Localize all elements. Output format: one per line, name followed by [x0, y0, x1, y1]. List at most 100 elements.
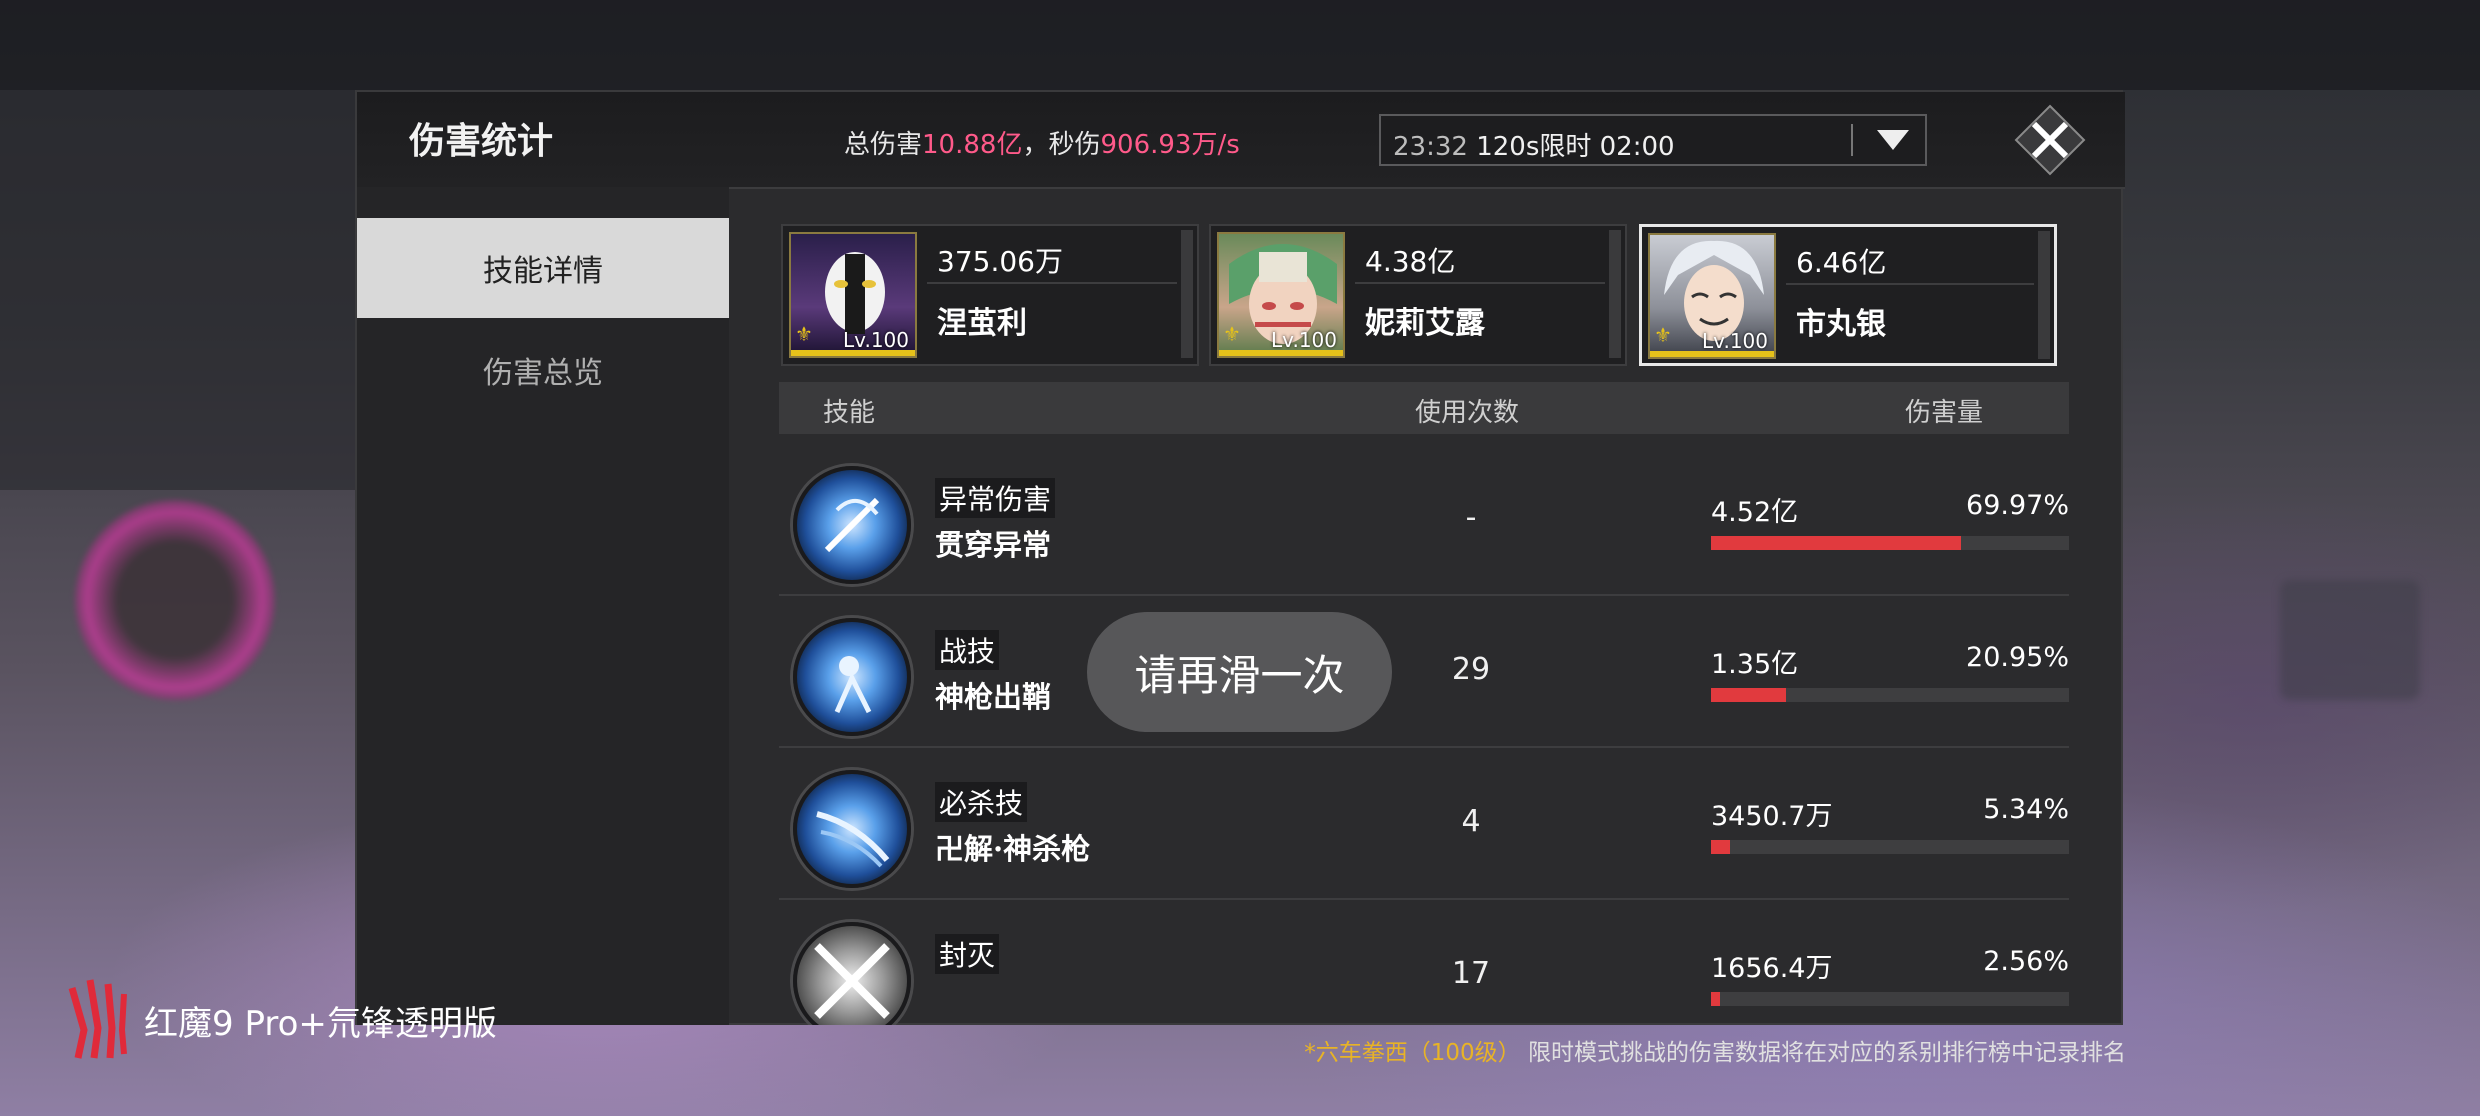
rank-icon: ⚜ [1223, 322, 1241, 346]
bankai-skill-icon [793, 770, 911, 888]
damage-bar-fill [1711, 536, 1962, 550]
skill-uses: 17 [1451, 956, 1491, 991]
table-row[interactable]: 封灭 17 1656.4万 2.56% [779, 900, 2069, 1025]
skill-type: 战技 [935, 630, 1000, 670]
character-card-3[interactable]: ⚜ Lv.100 6.46亿 市丸银 [1639, 224, 2057, 366]
figure-slash-icon [834, 656, 872, 714]
skill-damage-percent: 2.56% [1983, 946, 2069, 977]
draw-spear-skill-icon [793, 618, 911, 736]
damage-bar-track [1711, 688, 2069, 702]
character-name: 市丸银 [1796, 307, 1886, 342]
note-asterisk: * [1304, 1040, 1316, 1066]
chevron-down-icon[interactable] [1877, 130, 1909, 150]
card-edge [2038, 231, 2050, 359]
character-level: Lv.100 [1271, 328, 1337, 352]
rank-icon: ⚜ [1654, 323, 1672, 347]
panel-title: 伤害统计 [409, 120, 554, 162]
character-portrait: ⚜ Lv.100 [1217, 232, 1345, 358]
close-button[interactable] [2012, 102, 2088, 178]
character-name: 涅茧利 [937, 306, 1027, 341]
note-highlight: 六车拳西（100级） [1315, 1040, 1521, 1066]
header-uses: 使用次数 [1415, 398, 1520, 428]
close-icon [2014, 104, 2086, 176]
table-row[interactable]: 战技 神枪出鞘 29 1.35亿 20.95% [779, 596, 2069, 748]
skill-name: 卍解·神杀枪 [935, 832, 1091, 866]
character-level: Lv.100 [843, 328, 909, 352]
record-time: 23:32 [1393, 132, 1468, 162]
seal-skill-icon [793, 922, 911, 1025]
character-damage: 4.38亿 [1365, 245, 1456, 278]
header-skill: 技能 [823, 398, 876, 428]
skill-uses: - [1465, 500, 1477, 535]
device-watermark-text: 红魔9 Pro+氘锋透明版 [144, 1004, 497, 1044]
record-dropdown-value: 23:32 120s限时 02:00 [1393, 126, 1675, 163]
damage-bar-track [1711, 840, 2069, 854]
tab-damage-overview[interactable]: 伤害总览 [357, 320, 729, 420]
background-top-bar [0, 0, 2480, 90]
rarity-bar [1219, 350, 1343, 356]
background-left-panel [0, 90, 360, 490]
character-damage-box: 6.46亿 [1786, 231, 2034, 285]
header-damage: 伤害量 [1905, 398, 1984, 428]
skill-damage: 4.52亿 [1711, 497, 1799, 528]
skill-type: 封灭 [935, 934, 1000, 974]
skill-damage-percent: 69.97% [1966, 490, 2069, 521]
character-card-2[interactable]: ⚜ Lv.100 4.38亿 妮莉艾露 [1209, 224, 1627, 366]
dps-value: 906.93万/s [1100, 130, 1240, 160]
damage-bar-fill [1711, 840, 1731, 854]
card-edge [1609, 230, 1621, 358]
total-damage-value: 10.88亿 [922, 130, 1023, 160]
rarity-bar [1650, 351, 1774, 357]
skill-uses: 4 [1461, 804, 1481, 839]
damage-totals: 总伤害10.88亿，秒伤906.93万/s [844, 124, 1240, 161]
skill-type: 必杀技 [935, 782, 1028, 822]
damage-stats-panel: 伤害统计 总伤害10.88亿，秒伤906.93万/s 23:32 120s限时 … [355, 90, 2125, 1025]
record-dropdown[interactable]: 23:32 120s限时 02:00 [1379, 114, 1927, 166]
skill-name: 神枪出鞘 [935, 680, 1052, 714]
skill-damage: 3450.7万 [1711, 801, 1833, 832]
ranking-note: *六车拳西（100级） 限时模式挑战的伤害数据将在对应的系别排行榜中记录排名 [1304, 1033, 2126, 1067]
character-name: 妮莉艾露 [1365, 306, 1485, 341]
background-skill-circle [75, 500, 275, 700]
panel-header: 伤害统计 总伤害10.88亿，秒伤906.93万/s 23:32 120s限时 … [357, 92, 2125, 189]
dropdown-divider [1851, 124, 1853, 156]
tab-skill-details[interactable]: 技能详情 [357, 218, 729, 318]
skill-damage: 1656.4万 [1711, 953, 1833, 984]
damage-bar-fill [1711, 992, 1721, 1006]
skill-uses: 29 [1451, 652, 1491, 687]
wave-slash-icon [816, 811, 890, 868]
rank-icon: ⚜ [795, 322, 813, 346]
damage-bar-track [1711, 536, 2069, 550]
cross-blade-icon [814, 943, 890, 1019]
pierce-skill-icon [793, 466, 911, 584]
total-damage-label: 总伤害 [844, 130, 923, 160]
rarity-bar [791, 350, 915, 356]
table-row[interactable]: 异常伤害 贯穿异常 - 4.52亿 69.97% [779, 444, 2069, 596]
skill-name: 贯穿异常 [935, 528, 1052, 562]
record-mode: 120s限时 02:00 [1476, 132, 1675, 162]
totals-separator: ， [1022, 130, 1049, 160]
card-edge [1181, 230, 1193, 358]
character-portrait: ⚜ Lv.100 [1648, 233, 1776, 359]
background-right-button [2280, 580, 2420, 700]
swipe-again-toast: 请再滑一次 [1087, 612, 1392, 732]
damage-bar-track [1711, 992, 2069, 1006]
character-damage: 6.46亿 [1796, 246, 1887, 279]
character-damage-box: 375.06万 [927, 230, 1177, 284]
skill-damage: 1.35亿 [1711, 649, 1799, 680]
note-text: 限时模式挑战的伤害数据将在对应的系别排行榜中记录排名 [1528, 1040, 2126, 1066]
table-row[interactable]: 必杀技 卍解·神杀枪 4 3450.7万 5.34% [779, 748, 2069, 900]
skill-damage-percent: 20.95% [1966, 642, 2069, 673]
skill-table-header: 技能 使用次数 伤害量 [779, 382, 2069, 434]
dps-label: 秒伤 [1048, 130, 1101, 160]
character-portrait: ⚜ Lv.100 [789, 232, 917, 358]
device-watermark: 红魔9 Pro+氘锋透明版 [62, 970, 522, 1059]
character-damage-box: 4.38亿 [1355, 230, 1605, 284]
spear-burst-icon [824, 497, 880, 553]
character-damage: 375.06万 [937, 245, 1063, 278]
damage-bar-fill [1711, 688, 1786, 702]
character-card-1[interactable]: ⚜ Lv.100 375.06万 涅茧利 [781, 224, 1199, 366]
character-level: Lv.100 [1702, 329, 1768, 353]
skill-damage-percent: 5.34% [1983, 794, 2069, 825]
skill-type: 异常伤害 [935, 478, 1056, 518]
